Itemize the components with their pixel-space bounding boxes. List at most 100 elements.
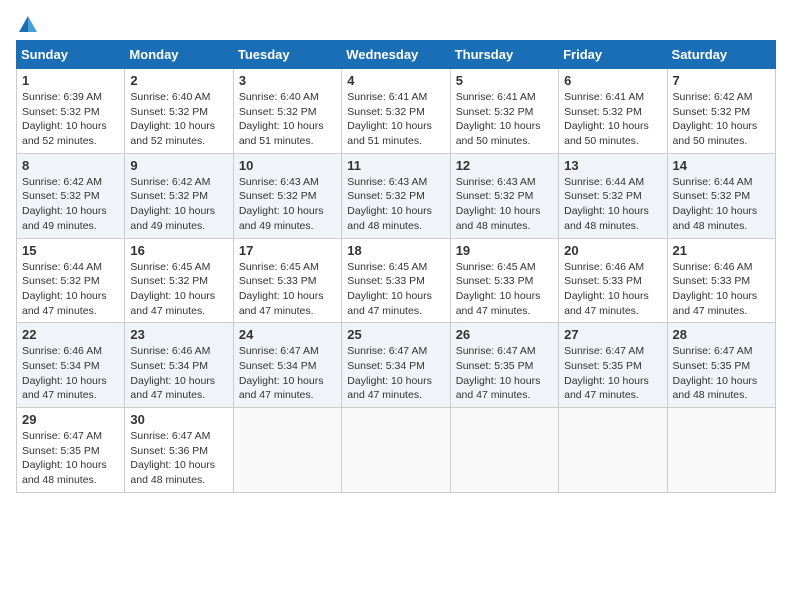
day-info: Sunrise: 6:47 AM Sunset: 5:34 PM Dayligh… bbox=[239, 344, 336, 403]
day-cell: 11 Sunrise: 6:43 AM Sunset: 5:32 PM Dayli… bbox=[342, 153, 450, 238]
day-info: Sunrise: 6:46 AM Sunset: 5:33 PM Dayligh… bbox=[564, 260, 661, 319]
day-cell: 5 Sunrise: 6:41 AM Sunset: 5:32 PM Daylig… bbox=[450, 69, 558, 154]
day-cell: 12Sunrise: 6:43 AM Sunset: 5:32 PM Dayli… bbox=[450, 153, 558, 238]
week-row-2: 8Sunrise: 6:42 AM Sunset: 5:32 PM Daylig… bbox=[17, 153, 776, 238]
week-row-5: 29Sunrise: 6:47 AM Sunset: 5:35 PM Dayli… bbox=[17, 408, 776, 493]
day-number: 12 bbox=[456, 158, 553, 173]
day-number: 10 bbox=[239, 158, 336, 173]
day-number: 11 bbox=[347, 158, 444, 173]
header-cell-saturday: Saturday bbox=[667, 41, 775, 69]
header-cell-thursday: Thursday bbox=[450, 41, 558, 69]
day-info: Sunrise: 6:45 AM Sunset: 5:33 PM Dayligh… bbox=[347, 260, 444, 319]
day-cell: 19 Sunrise: 6:45 AM Sunset: 5:33 PM Dayli… bbox=[450, 238, 558, 323]
day-info: Sunrise: 6:45 AM Sunset: 5:32 PM Dayligh… bbox=[130, 260, 227, 319]
day-cell: 27 Sunrise: 6:47 AM Sunset: 5:35 PM Dayli… bbox=[559, 323, 667, 408]
day-cell: 7Sunrise: 6:42 AM Sunset: 5:32 PM Daylig… bbox=[667, 69, 775, 154]
day-cell: 20 Sunrise: 6:46 AM Sunset: 5:33 PM Dayli… bbox=[559, 238, 667, 323]
day-cell: 14 Sunrise: 6:44 AM Sunset: 5:32 PM Dayli… bbox=[667, 153, 775, 238]
logo bbox=[16, 16, 37, 30]
day-info: Sunrise: 6:40 AM Sunset: 5:32 PM Dayligh… bbox=[239, 90, 336, 149]
day-info: Sunrise: 6:47 AM Sunset: 5:35 PM Dayligh… bbox=[564, 344, 661, 403]
day-cell: 28 Sunrise: 6:47 AM Sunset: 5:35 PM Dayli… bbox=[667, 323, 775, 408]
day-info: Sunrise: 6:39 AM Sunset: 5:32 PM Dayligh… bbox=[22, 90, 119, 149]
day-info: Sunrise: 6:43 AM Sunset: 5:32 PM Dayligh… bbox=[347, 175, 444, 234]
logo-triangle-icon bbox=[19, 16, 37, 32]
day-number: 28 bbox=[673, 327, 770, 342]
day-cell: 30Sunrise: 6:47 AM Sunset: 5:36 PM Dayli… bbox=[125, 408, 233, 493]
header-cell-sunday: Sunday bbox=[17, 41, 125, 69]
day-number: 20 bbox=[564, 243, 661, 258]
header-cell-tuesday: Tuesday bbox=[233, 41, 341, 69]
day-cell bbox=[559, 408, 667, 493]
day-number: 29 bbox=[22, 412, 119, 427]
calendar: SundayMondayTuesdayWednesdayThursdayFrid… bbox=[16, 40, 776, 493]
day-number: 1 bbox=[22, 73, 119, 88]
day-cell: 25 Sunrise: 6:47 AM Sunset: 5:34 PM Dayli… bbox=[342, 323, 450, 408]
day-cell: 18 Sunrise: 6:45 AM Sunset: 5:33 PM Dayli… bbox=[342, 238, 450, 323]
day-info: Sunrise: 6:42 AM Sunset: 5:32 PM Dayligh… bbox=[673, 90, 770, 149]
header bbox=[16, 16, 776, 30]
day-number: 17 bbox=[239, 243, 336, 258]
day-info: Sunrise: 6:40 AM Sunset: 5:32 PM Dayligh… bbox=[130, 90, 227, 149]
day-info: Sunrise: 6:42 AM Sunset: 5:32 PM Dayligh… bbox=[130, 175, 227, 234]
day-cell: 13 Sunrise: 6:44 AM Sunset: 5:32 PM Dayli… bbox=[559, 153, 667, 238]
day-cell: 15 Sunrise: 6:44 AM Sunset: 5:32 PM Dayli… bbox=[17, 238, 125, 323]
day-number: 9 bbox=[130, 158, 227, 173]
week-row-4: 22 Sunrise: 6:46 AM Sunset: 5:34 PM Dayli… bbox=[17, 323, 776, 408]
day-info: Sunrise: 6:44 AM Sunset: 5:32 PM Dayligh… bbox=[22, 260, 119, 319]
day-info: Sunrise: 6:46 AM Sunset: 5:34 PM Dayligh… bbox=[130, 344, 227, 403]
day-info: Sunrise: 6:43 AM Sunset: 5:32 PM Dayligh… bbox=[239, 175, 336, 234]
day-cell: 9 Sunrise: 6:42 AM Sunset: 5:32 PM Daylig… bbox=[125, 153, 233, 238]
day-number: 30 bbox=[130, 412, 227, 427]
day-info: Sunrise: 6:46 AM Sunset: 5:33 PM Dayligh… bbox=[673, 260, 770, 319]
day-cell: 10 Sunrise: 6:43 AM Sunset: 5:32 PM Dayli… bbox=[233, 153, 341, 238]
day-number: 2 bbox=[130, 73, 227, 88]
day-number: 22 bbox=[22, 327, 119, 342]
day-info: Sunrise: 6:41 AM Sunset: 5:32 PM Dayligh… bbox=[456, 90, 553, 149]
day-number: 19 bbox=[456, 243, 553, 258]
day-info: Sunrise: 6:47 AM Sunset: 5:35 PM Dayligh… bbox=[456, 344, 553, 403]
day-number: 21 bbox=[673, 243, 770, 258]
day-cell bbox=[342, 408, 450, 493]
day-cell: 2 Sunrise: 6:40 AM Sunset: 5:32 PM Daylig… bbox=[125, 69, 233, 154]
day-number: 23 bbox=[130, 327, 227, 342]
day-info: Sunrise: 6:41 AM Sunset: 5:32 PM Dayligh… bbox=[347, 90, 444, 149]
day-number: 24 bbox=[239, 327, 336, 342]
day-number: 13 bbox=[564, 158, 661, 173]
day-info: Sunrise: 6:44 AM Sunset: 5:32 PM Dayligh… bbox=[673, 175, 770, 234]
day-number: 14 bbox=[673, 158, 770, 173]
day-info: Sunrise: 6:44 AM Sunset: 5:32 PM Dayligh… bbox=[564, 175, 661, 234]
day-number: 5 bbox=[456, 73, 553, 88]
day-cell: 29Sunrise: 6:47 AM Sunset: 5:35 PM Dayli… bbox=[17, 408, 125, 493]
day-cell: 17Sunrise: 6:45 AM Sunset: 5:33 PM Dayli… bbox=[233, 238, 341, 323]
day-cell bbox=[233, 408, 341, 493]
day-number: 26 bbox=[456, 327, 553, 342]
day-number: 6 bbox=[564, 73, 661, 88]
day-cell: 26 Sunrise: 6:47 AM Sunset: 5:35 PM Dayli… bbox=[450, 323, 558, 408]
day-cell bbox=[667, 408, 775, 493]
day-number: 15 bbox=[22, 243, 119, 258]
day-info: Sunrise: 6:46 AM Sunset: 5:34 PM Dayligh… bbox=[22, 344, 119, 403]
week-row-1: 1 Sunrise: 6:39 AM Sunset: 5:32 PM Daylig… bbox=[17, 69, 776, 154]
day-cell: 6 Sunrise: 6:41 AM Sunset: 5:32 PM Daylig… bbox=[559, 69, 667, 154]
day-info: Sunrise: 6:47 AM Sunset: 5:34 PM Dayligh… bbox=[347, 344, 444, 403]
header-cell-wednesday: Wednesday bbox=[342, 41, 450, 69]
day-cell: 24 Sunrise: 6:47 AM Sunset: 5:34 PM Dayli… bbox=[233, 323, 341, 408]
day-info: Sunrise: 6:42 AM Sunset: 5:32 PM Dayligh… bbox=[22, 175, 119, 234]
header-cell-monday: Monday bbox=[125, 41, 233, 69]
day-info: Sunrise: 6:41 AM Sunset: 5:32 PM Dayligh… bbox=[564, 90, 661, 149]
day-cell bbox=[450, 408, 558, 493]
day-number: 16 bbox=[130, 243, 227, 258]
week-row-3: 15 Sunrise: 6:44 AM Sunset: 5:32 PM Dayli… bbox=[17, 238, 776, 323]
day-cell: 1 Sunrise: 6:39 AM Sunset: 5:32 PM Daylig… bbox=[17, 69, 125, 154]
day-cell: 8Sunrise: 6:42 AM Sunset: 5:32 PM Daylig… bbox=[17, 153, 125, 238]
day-info: Sunrise: 6:47 AM Sunset: 5:35 PM Dayligh… bbox=[673, 344, 770, 403]
day-number: 18 bbox=[347, 243, 444, 258]
day-cell: 21 Sunrise: 6:46 AM Sunset: 5:33 PM Dayli… bbox=[667, 238, 775, 323]
day-cell: 4Sunrise: 6:41 AM Sunset: 5:32 PM Daylig… bbox=[342, 69, 450, 154]
day-number: 25 bbox=[347, 327, 444, 342]
day-info: Sunrise: 6:45 AM Sunset: 5:33 PM Dayligh… bbox=[456, 260, 553, 319]
day-number: 3 bbox=[239, 73, 336, 88]
calendar-header-row: SundayMondayTuesdayWednesdayThursdayFrid… bbox=[17, 41, 776, 69]
day-number: 27 bbox=[564, 327, 661, 342]
